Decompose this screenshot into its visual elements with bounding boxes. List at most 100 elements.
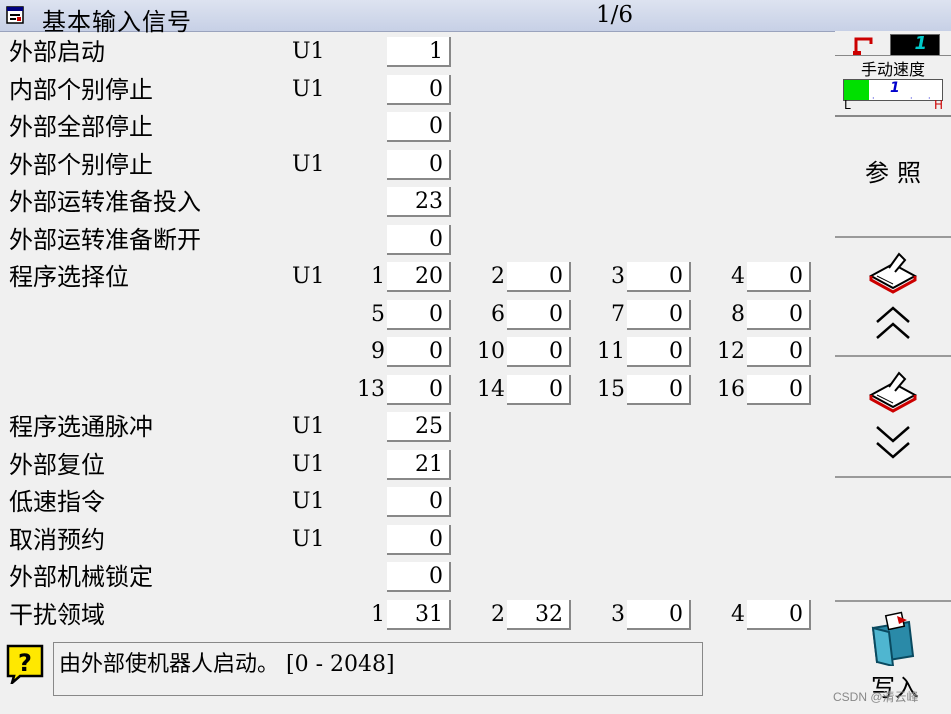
row-label: 外部运转准备投入	[9, 188, 201, 216]
row-label: 外部运转准备断开	[9, 226, 201, 254]
value-field-external-start[interactable]: 1	[387, 37, 451, 67]
row-label: 低速指令	[9, 488, 105, 516]
help-icon: ?	[6, 644, 44, 684]
bit-index-label: 14	[477, 377, 505, 402]
bit-value-field[interactable]: 0	[627, 375, 691, 405]
area-index-label: 4	[731, 602, 745, 627]
row-unit: U1	[292, 414, 325, 439]
book-icon	[868, 252, 918, 294]
svg-text:?: ?	[18, 649, 32, 677]
bit-value-field[interactable]: 0	[747, 375, 811, 405]
bit-index-label: 10	[477, 339, 505, 364]
reference-button-label: 参照	[865, 159, 929, 187]
speed-low-label: L	[844, 98, 851, 112]
bit-value-field[interactable]: 0	[387, 375, 451, 405]
tool-number: 1	[914, 33, 927, 54]
bit-value-field[interactable]: 0	[747, 300, 811, 330]
title-bar: 基本输入信号 1/6	[0, 0, 951, 36]
bit-value-field[interactable]: 0	[627, 262, 691, 292]
page-up-button[interactable]	[835, 238, 951, 357]
status-panel: 1 手动速度 1 · · · L H	[835, 31, 951, 117]
bit-index-label: 8	[731, 302, 745, 327]
speed-tick: ·	[910, 94, 913, 101]
page-indicator: 1/6	[596, 2, 634, 28]
speed-meter: 1 · · ·	[843, 79, 943, 101]
speed-high-label: H	[934, 98, 944, 112]
book-icon	[868, 371, 918, 413]
bit-value-field[interactable]: 0	[507, 375, 571, 405]
speed-level-bar	[844, 80, 869, 100]
bit-index-label: 5	[371, 302, 385, 327]
row-label: 干扰领域	[9, 601, 105, 629]
area-value-field[interactable]: 31	[387, 600, 451, 630]
value-field-ready-on[interactable]: 23	[387, 187, 451, 217]
value-field-cancel-reservation[interactable]: 0	[387, 525, 451, 555]
row-unit: U1	[292, 77, 325, 102]
row-label: 内部个别停止	[9, 76, 153, 104]
page-down-button[interactable]	[835, 357, 951, 478]
bit-index-label: 16	[717, 377, 745, 402]
row-unit: U1	[292, 452, 325, 477]
help-message: 由外部使机器人启动。 [0 - 2048]	[59, 652, 395, 677]
signal-form: 外部启动 U1 1 内部个别停止 U1 0 外部全部停止 0 外部个别停止 U1…	[0, 31, 835, 714]
watermark: CSDN @清云峰	[833, 690, 919, 704]
bit-value-field[interactable]: 0	[387, 337, 451, 367]
value-field-external-reset[interactable]: 21	[387, 450, 451, 480]
area-value-field[interactable]: 32	[507, 600, 571, 630]
tool-number-box: 1	[890, 33, 940, 56]
bit-index-label: 11	[597, 339, 625, 364]
bit-index-label: 7	[611, 302, 625, 327]
bit-index-label: 6	[491, 302, 505, 327]
speed-value: 1	[890, 80, 900, 96]
row-unit: U1	[292, 489, 325, 514]
bit-value-field[interactable]: 20	[387, 262, 451, 292]
bit-index-label: 13	[357, 377, 385, 402]
bit-value-field[interactable]: 0	[387, 300, 451, 330]
row-label: 外部启动	[9, 38, 105, 66]
speed-tick: ·	[928, 94, 931, 101]
row-label: 外部全部停止	[9, 113, 153, 141]
bit-value-field[interactable]: 0	[747, 337, 811, 367]
bit-index-label: 12	[717, 339, 745, 364]
help-message-box: 由外部使机器人启动。 [0 - 2048]	[53, 642, 703, 696]
row-unit: U1	[292, 264, 325, 289]
bit-value-field[interactable]: 0	[507, 300, 571, 330]
value-field-external-single-stop[interactable]: 0	[387, 150, 451, 180]
window-icon	[6, 6, 24, 24]
row-unit: U1	[292, 39, 325, 64]
row-unit: U1	[292, 527, 325, 552]
bit-value-field[interactable]: 0	[507, 262, 571, 292]
speed-tick: ·	[872, 94, 875, 101]
bit-value-field[interactable]: 0	[627, 300, 691, 330]
speed-label: 手动速度	[835, 55, 951, 80]
value-field-internal-single-stop[interactable]: 0	[387, 75, 451, 105]
value-field-ready-off[interactable]: 0	[387, 225, 451, 255]
row-label: 外部个别停止	[9, 151, 153, 179]
value-field-machine-lock[interactable]: 0	[387, 562, 451, 592]
row-label: 外部复位	[9, 451, 105, 479]
reference-button[interactable]: 参照	[835, 117, 951, 238]
row-label: 程序选择位	[9, 263, 129, 291]
chevron-down-icon	[876, 426, 910, 459]
bit-index-label: 3	[611, 264, 625, 289]
area-index-label: 2	[491, 602, 505, 627]
value-field-external-all-stop[interactable]: 0	[387, 112, 451, 142]
bit-value-field[interactable]: 0	[747, 262, 811, 292]
value-field-low-speed[interactable]: 0	[387, 487, 451, 517]
area-index-label: 1	[371, 602, 385, 627]
bit-index-label: 9	[371, 339, 385, 364]
write-folder-icon	[871, 611, 915, 666]
area-value-field[interactable]: 0	[627, 600, 691, 630]
row-label: 外部机械锁定	[9, 563, 153, 591]
area-value-field[interactable]: 0	[747, 600, 811, 630]
tool-flag-icon	[853, 37, 873, 55]
area-index-label: 3	[611, 602, 625, 627]
bit-index-label: 15	[597, 377, 625, 402]
row-label: 程序选通脉冲	[9, 413, 153, 441]
bit-value-field[interactable]: 0	[507, 337, 571, 367]
bit-index-label: 4	[731, 264, 745, 289]
chevron-up-icon	[876, 306, 910, 339]
bit-index-label: 1	[371, 264, 385, 289]
value-field-program-strobe[interactable]: 25	[387, 412, 451, 442]
bit-value-field[interactable]: 0	[627, 337, 691, 367]
